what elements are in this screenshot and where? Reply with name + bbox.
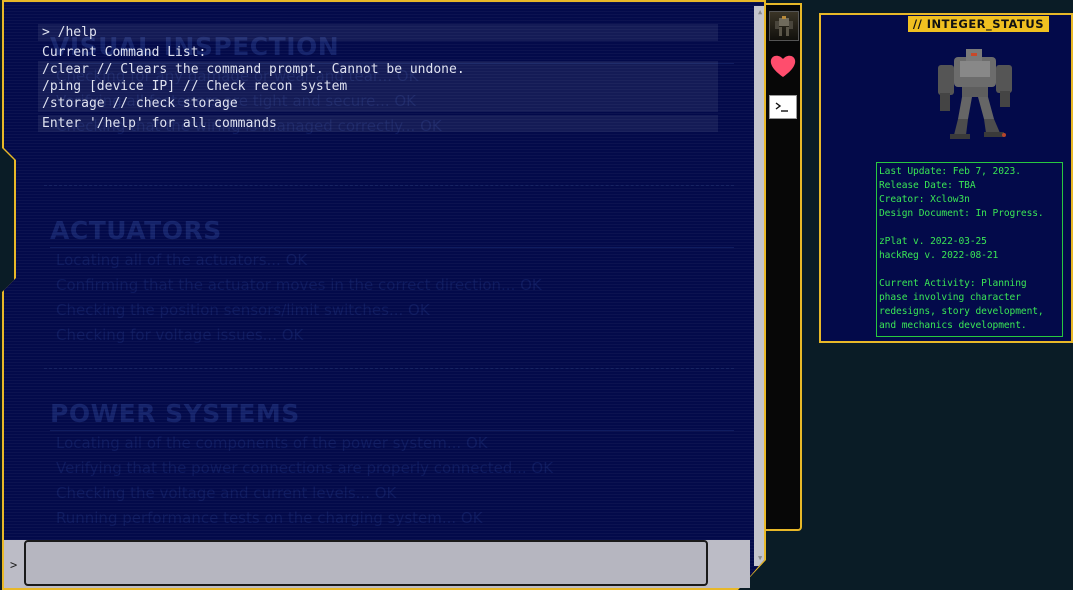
help-hint: Enter '/help' for all commands [38, 115, 718, 132]
heart-icon[interactable] [769, 52, 797, 80]
bg-heading: POWER SYSTEMS [50, 399, 734, 431]
command-echo: > /help [38, 24, 718, 41]
mech-avatar-icon[interactable] [769, 11, 799, 41]
status-card: // INTEGER_STATUS Last Update: Feb 7, 20… [819, 13, 1073, 343]
status-activity: phase involving character [879, 292, 1021, 303]
command-list-item: /clear // Clears the command prompt. Can… [38, 61, 718, 78]
status-activity: Current Activity: Planning [879, 278, 1027, 289]
terminal-panel: VISUAL INSPECTION Checking for any damag… [4, 2, 764, 588]
side-toolbar [766, 3, 802, 531]
bg-line: Checking the voltage and current levels.… [56, 484, 397, 502]
status-card-title: // INTEGER_STATUS [907, 16, 1049, 32]
bg-section-power-systems: POWER SYSTEMS Locating all of the compon… [50, 399, 734, 531]
scroll-up-icon[interactable]: ▲ [758, 8, 762, 16]
bg-line: Running performance tests on the chargin… [56, 509, 483, 527]
command-output: > /help Current Command List: /clear // … [38, 24, 718, 132]
command-input[interactable] [24, 540, 708, 586]
command-list-header: Current Command List: [42, 45, 207, 60]
command-input-row: > [4, 540, 750, 588]
scrollbar[interactable] [754, 6, 764, 566]
bg-line: Verifying that the power connections are… [56, 459, 554, 477]
command-list-item: /storage // check storage [38, 95, 718, 112]
mech-image [938, 49, 1012, 139]
prompt-symbol: > [10, 558, 18, 572]
status-version: hackReg v. 2022-08-21 [879, 250, 999, 261]
status-last-update: Last Update: Feb 7, 2023. [879, 166, 1021, 177]
command-list-item: /ping [device IP] // Check recon system [38, 78, 718, 95]
bg-section-actuators: ACTUATORS Locating all of the actuators.… [50, 216, 734, 348]
status-version: zPlat v. 2022-03-25 [879, 236, 987, 247]
status-design-document: Design Document: In Progress. [879, 208, 1044, 219]
terminal-icon[interactable] [769, 95, 797, 119]
bg-divider [44, 368, 734, 370]
bg-line: Checking for voltage issues... OK [56, 326, 304, 344]
bg-divider [44, 185, 734, 187]
status-activity: redesigns, story development, [879, 306, 1044, 317]
scroll-down-icon[interactable]: ▼ [758, 554, 762, 562]
status-release-date: Release Date: TBA [879, 180, 976, 191]
bg-line: Confirming that the actuator moves in th… [56, 276, 542, 294]
bg-line: Locating all of the components of the po… [56, 434, 488, 452]
status-activity: and mechanics development. [879, 320, 1027, 331]
bg-line: Locating all of the actuators... OK [56, 251, 308, 269]
bg-line: Checking the position sensors/limit swit… [56, 301, 430, 319]
status-info-box: Last Update: Feb 7, 2023. Release Date: … [876, 162, 1063, 337]
bg-heading: ACTUATORS [50, 216, 734, 248]
status-creator: Creator: Xclow3n [879, 194, 970, 205]
